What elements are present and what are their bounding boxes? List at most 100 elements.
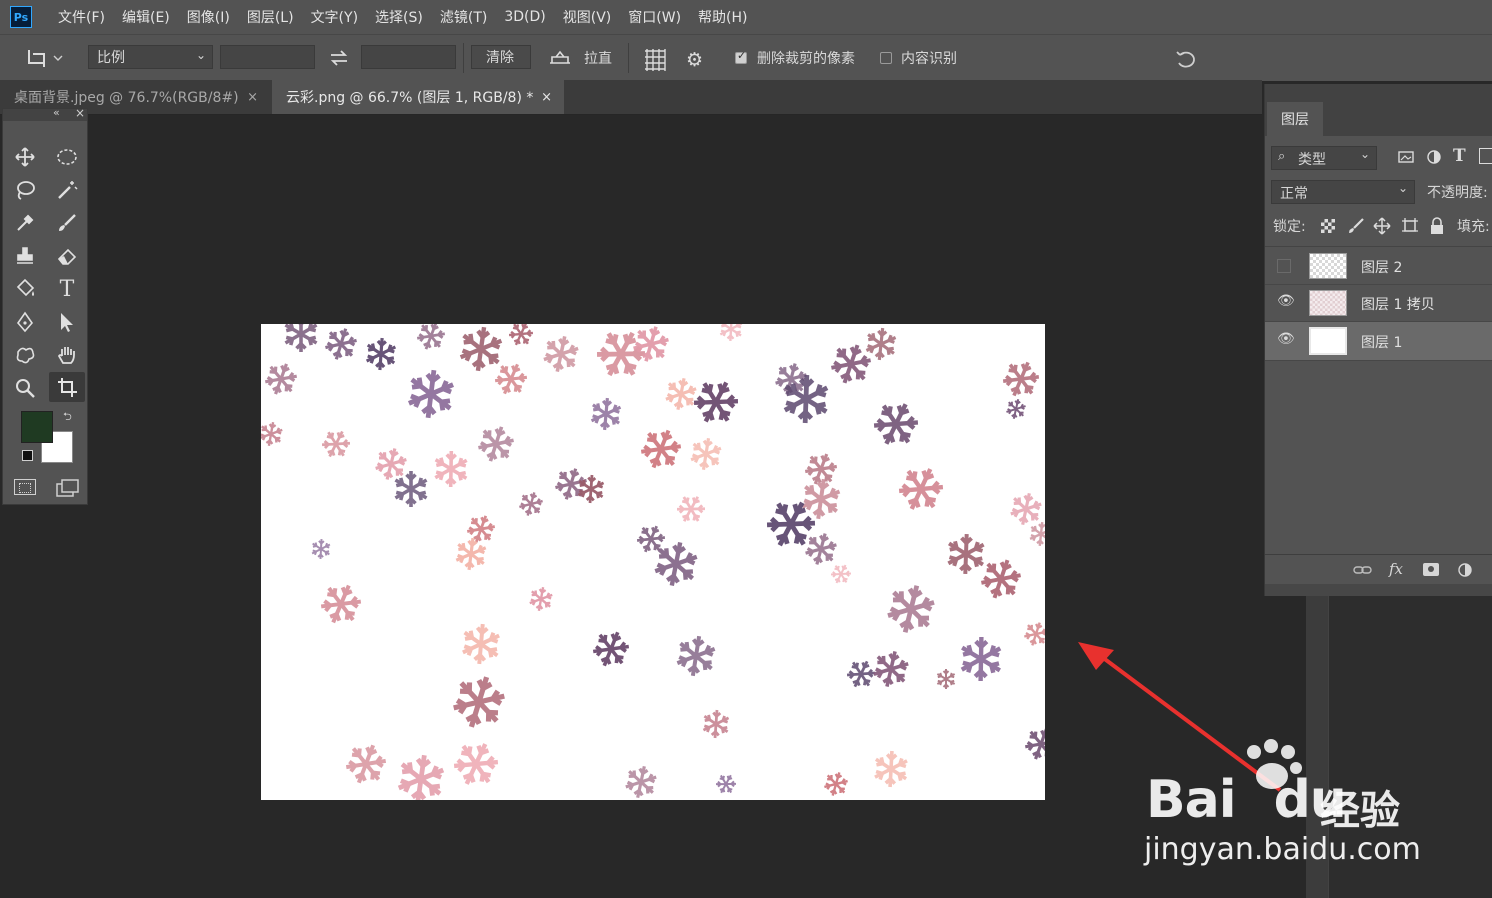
- close-icon[interactable]: ×: [247, 90, 258, 105]
- menu-window[interactable]: 窗口(W): [628, 7, 681, 27]
- hand-tool[interactable]: [51, 341, 83, 369]
- crop-tool-preset-picker[interactable]: [24, 46, 64, 70]
- filter-type-icon[interactable]: T: [1453, 146, 1466, 166]
- close-icon[interactable]: ×: [75, 106, 85, 120]
- grid-overlay-icon[interactable]: [643, 47, 667, 71]
- delete-cropped-pixels-checkbox[interactable]: [735, 49, 747, 64]
- tab-label: 桌面背景.jpeg @ 76.7%(RGB/8#): [14, 90, 239, 106]
- content-aware-label[interactable]: 内容识别: [901, 48, 957, 68]
- default-colors-icon[interactable]: [22, 450, 33, 461]
- menu-file[interactable]: 文件(F): [58, 7, 105, 27]
- crop-tool[interactable]: [49, 372, 85, 402]
- snowflake-shape: [689, 374, 743, 431]
- snowflake-shape: [453, 534, 489, 574]
- straighten-label[interactable]: 拉直: [584, 48, 612, 68]
- quick-mask-icon[interactable]: [14, 479, 36, 495]
- snowflake-shape: [1021, 618, 1045, 650]
- zoom-tool[interactable]: [9, 374, 41, 402]
- ratio-height-input[interactable]: [361, 45, 456, 69]
- snowflake-shape: [393, 469, 429, 509]
- lasso-tool[interactable]: [9, 176, 41, 204]
- filter-adjustment-icon[interactable]: [1425, 147, 1443, 167]
- lock-image-pixels-icon[interactable]: [1347, 217, 1365, 235]
- snowflake-shape: [589, 395, 623, 433]
- chevron-down-icon: ⌄: [1359, 147, 1370, 161]
- tab-layers[interactable]: 图层: [1267, 102, 1323, 136]
- menu-layer[interactable]: 图层(L): [247, 7, 294, 27]
- adjustment-layer-icon[interactable]: [1457, 562, 1473, 578]
- fx-icon[interactable]: fx: [1389, 560, 1403, 578]
- swap-icon[interactable]: [328, 48, 350, 68]
- eye-icon[interactable]: 👁: [1277, 331, 1295, 347]
- ratio-select[interactable]: 比例 ⌄: [88, 45, 213, 69]
- type-tool[interactable]: T: [51, 275, 83, 303]
- paint-bucket-tool[interactable]: [9, 275, 41, 303]
- custom-shape-tool[interactable]: [9, 341, 41, 369]
- panel-resize-handle[interactable]: [1265, 584, 1492, 596]
- menu-bar: Ps 文件(F) 编辑(E) 图像(I) 图层(L) 文字(Y) 选择(S) 滤…: [0, 0, 1492, 34]
- tab-cloud-png[interactable]: 云彩.png @ 66.7% (图层 1, RGB/8) * ×: [272, 80, 564, 114]
- ratio-width-input[interactable]: [220, 45, 315, 69]
- move-tool[interactable]: [9, 143, 41, 171]
- snowflake-shape: [718, 324, 744, 343]
- reset-icon[interactable]: [1173, 47, 1199, 69]
- layer-filter-select[interactable]: ⌕ 类型 ⌄: [1271, 146, 1377, 170]
- add-mask-icon[interactable]: [1423, 563, 1439, 576]
- collapse-icon[interactable]: «: [53, 106, 60, 119]
- clone-stamp-tool[interactable]: [9, 242, 41, 270]
- filter-shape-icon[interactable]: [1479, 148, 1492, 164]
- foreground-color-swatch[interactable]: [21, 411, 53, 443]
- straighten-icon[interactable]: [547, 47, 573, 69]
- filter-pixel-icon[interactable]: [1397, 147, 1415, 167]
- menu-select[interactable]: 选择(S): [375, 7, 423, 27]
- snowflake-shape: [450, 671, 508, 734]
- blend-mode-value: 正常: [1280, 186, 1308, 202]
- lock-all-icon[interactable]: [1429, 217, 1445, 235]
- elliptical-marquee-tool[interactable]: [51, 143, 83, 171]
- layer-name[interactable]: 图层 2: [1361, 257, 1402, 277]
- toolbox-header[interactable]: « ×: [3, 106, 87, 121]
- layer-name[interactable]: 图层 1 拷贝: [1361, 294, 1435, 314]
- magic-wand-tool[interactable]: [51, 176, 83, 204]
- close-icon[interactable]: ×: [541, 90, 552, 105]
- menu-edit[interactable]: 编辑(E): [122, 7, 170, 27]
- snowflake-shape: [869, 646, 913, 692]
- eraser-tool[interactable]: [51, 242, 83, 270]
- watermark-url: jingyan.baidu.com: [1144, 832, 1421, 867]
- delete-cropped-pixels-label[interactable]: 删除裁剪的像素: [757, 48, 855, 68]
- layers-panel-tabs: 图层: [1265, 84, 1492, 136]
- menu-type[interactable]: 文字(Y): [311, 7, 358, 27]
- brush-tool[interactable]: [51, 209, 83, 237]
- gear-icon[interactable]: ⚙: [686, 49, 710, 71]
- lock-transparent-pixels-icon[interactable]: [1321, 219, 1335, 233]
- document-canvas[interactable]: [261, 324, 1045, 800]
- menu-image[interactable]: 图像(I): [187, 7, 230, 27]
- screen-mode-icon[interactable]: [56, 479, 80, 497]
- eyedropper-tool[interactable]: [9, 209, 41, 237]
- swap-colors-icon[interactable]: ⮌: [63, 408, 72, 427]
- layer-thumbnail: [1309, 290, 1347, 316]
- visibility-toggle-empty[interactable]: [1277, 259, 1291, 273]
- content-aware-checkbox[interactable]: [880, 52, 892, 64]
- clear-button[interactable]: 清除: [471, 45, 531, 69]
- snowflake-shape: [622, 761, 660, 800]
- lock-position-icon[interactable]: [1373, 217, 1391, 235]
- pen-tool[interactable]: [9, 308, 41, 336]
- layer-row-layer-1-copy[interactable]: 👁 图层 1 拷贝: [1265, 285, 1492, 322]
- layer-row-layer-1[interactable]: 👁 图层 1: [1265, 322, 1492, 361]
- snowflake-shape: [688, 434, 724, 474]
- snowflake-shape: [894, 461, 947, 517]
- layer-row-layer-2[interactable]: 图层 2: [1265, 248, 1492, 285]
- lock-artboard-icon[interactable]: [1401, 217, 1419, 235]
- menu-filter[interactable]: 滤镜(T): [440, 7, 487, 27]
- layer-name[interactable]: 图层 1: [1361, 332, 1402, 352]
- snowflake-shape: [459, 325, 503, 374]
- blend-mode-select[interactable]: 正常 ⌄: [1271, 180, 1415, 204]
- eye-icon[interactable]: 👁: [1277, 293, 1295, 309]
- path-selection-tool[interactable]: [51, 308, 83, 336]
- menu-help[interactable]: 帮助(H): [698, 7, 747, 27]
- snowflake-shape: [397, 752, 445, 800]
- menu-view[interactable]: 视图(V): [563, 7, 612, 27]
- menu-3d[interactable]: 3D(D): [504, 9, 545, 25]
- link-layers-icon[interactable]: [1353, 562, 1373, 578]
